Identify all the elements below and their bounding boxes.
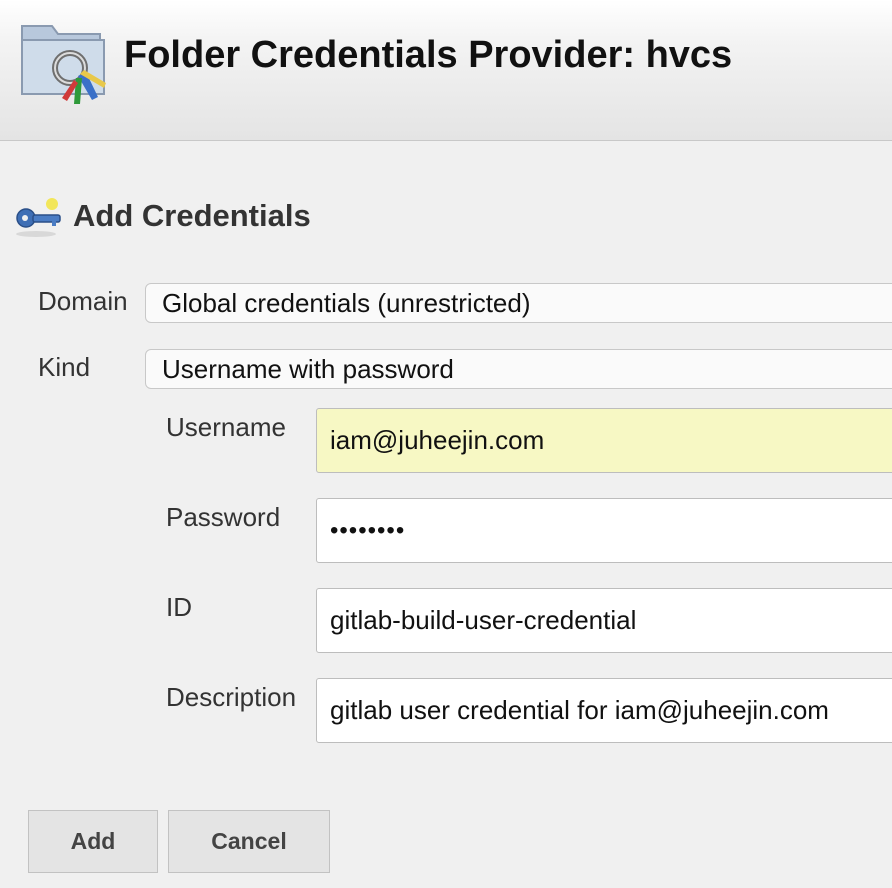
page-title: Folder Credentials Provider: hvcs (124, 34, 733, 76)
kind-label: Kind (38, 352, 91, 382)
id-input[interactable]: gitlab-build-user-credential (316, 588, 892, 653)
folder-credentials-icon (21, 25, 106, 104)
key-icon (16, 198, 61, 237)
kind-select[interactable]: Username with password (145, 349, 892, 389)
page-header: Folder Credentials Provider: hvcs (0, 0, 892, 141)
domain-select[interactable]: Global credentials (unrestricted) (145, 283, 892, 323)
password-input[interactable]: •••••••• (316, 498, 892, 563)
add-button[interactable]: Add (28, 810, 158, 873)
username-input[interactable]: iam@juheejin.com (316, 408, 892, 473)
username-label: Username (166, 412, 286, 442)
section-title: Add Credentials (73, 198, 311, 233)
cancel-button[interactable]: Cancel (168, 810, 330, 873)
domain-label: Domain (38, 286, 128, 316)
id-label: ID (166, 592, 192, 622)
description-input[interactable]: gitlab user credential for iam@juheejin.… (316, 678, 892, 743)
description-label: Description (166, 682, 297, 712)
password-label: Password (166, 502, 281, 532)
